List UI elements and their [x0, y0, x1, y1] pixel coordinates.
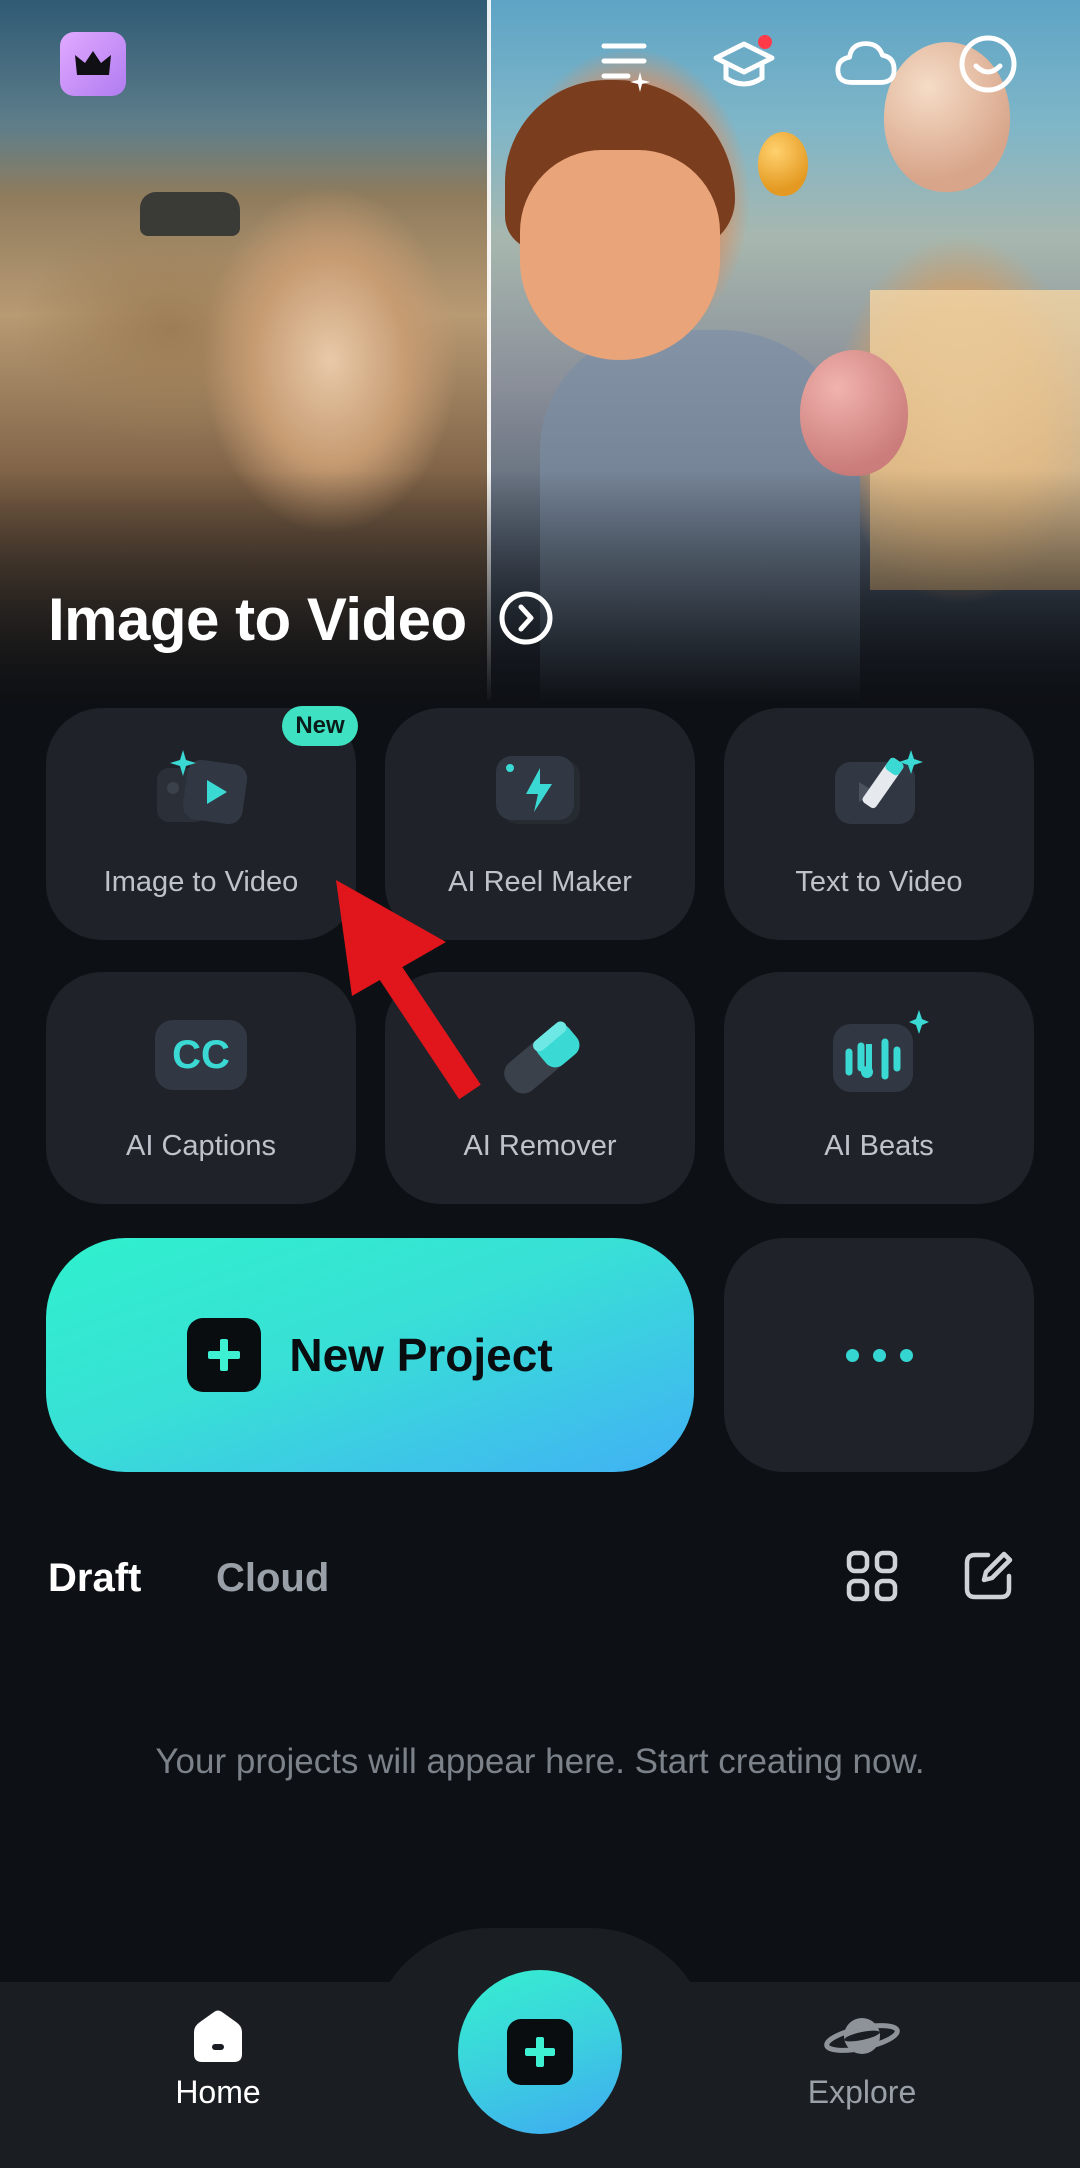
new-project-button[interactable]: New Project — [46, 1238, 694, 1472]
lightning-icon — [496, 756, 580, 824]
music-beats-icon — [833, 1010, 929, 1092]
nav-home-label: Home — [175, 2074, 261, 2110]
nav-explore-label: Explore — [807, 2074, 917, 2110]
pencil-video-icon — [835, 750, 923, 824]
planet-icon — [824, 2018, 900, 2054]
feature-label: Image to Video — [103, 866, 299, 898]
new-project-label: New Project — [289, 1329, 553, 1381]
chevron-right-circle-icon[interactable] — [498, 590, 554, 646]
home-icon — [194, 2010, 242, 2062]
hero-title[interactable]: Image to Video — [48, 585, 467, 654]
hero-balloon — [758, 132, 808, 196]
nav-explore[interactable]: Explore — [762, 2008, 962, 2111]
plus-icon — [507, 2019, 573, 2085]
smile-face-icon[interactable] — [956, 32, 1020, 96]
hero-balloon — [800, 350, 908, 476]
feature-text-to-video[interactable]: Text to Video — [724, 708, 1034, 940]
graduation-cap-icon[interactable] — [712, 32, 776, 96]
feature-label: AI Beats — [824, 1130, 934, 1162]
new-badge: New — [282, 706, 358, 746]
svg-text:CC: CC — [172, 1033, 230, 1077]
plus-icon — [187, 1318, 262, 1392]
feature-label: Text to Video — [795, 866, 963, 898]
cloud-icon[interactable] — [834, 32, 898, 96]
feature-label: AI Remover — [463, 1130, 617, 1162]
tab-cloud[interactable]: Cloud — [216, 1556, 329, 1601]
more-dots-icon — [899, 1348, 913, 1362]
feature-label: AI Captions — [126, 1130, 276, 1162]
feature-ai-captions[interactable]: CC AI Captions — [46, 972, 356, 1204]
more-dots-icon — [845, 1348, 859, 1362]
hero-photo-car — [140, 192, 240, 236]
image-to-video-icon — [157, 750, 248, 825]
annotation-arrow-icon — [336, 880, 481, 1100]
tab-draft[interactable]: Draft — [48, 1556, 141, 1601]
empty-state-message: Your projects will appear here. Start cr… — [155, 1742, 925, 1781]
crown-icon[interactable] — [60, 32, 126, 96]
more-dots-icon — [872, 1348, 886, 1362]
eraser-icon — [504, 1021, 580, 1094]
cc-icon: CC — [155, 1020, 247, 1090]
nav-home[interactable]: Home — [118, 2008, 318, 2111]
hero-character-face — [520, 150, 720, 360]
feature-ai-beats[interactable]: AI Beats — [724, 972, 1034, 1204]
edit-icon[interactable] — [962, 1550, 1014, 1602]
create-fab-button[interactable] — [458, 1970, 622, 2134]
list-sparkle-icon[interactable] — [592, 32, 656, 96]
more-button[interactable] — [724, 1238, 1034, 1472]
grid-view-icon[interactable] — [846, 1550, 898, 1602]
